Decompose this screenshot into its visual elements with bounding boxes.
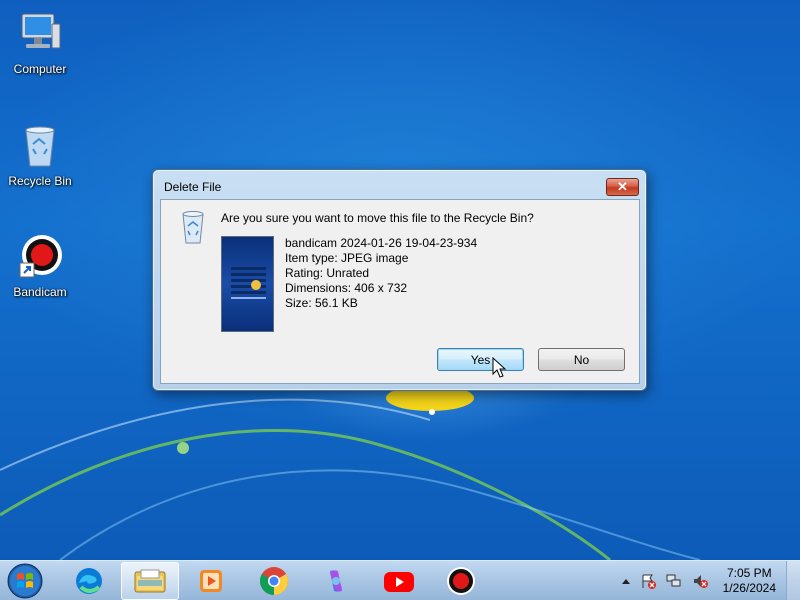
copilot-icon	[330, 570, 342, 592]
yes-button[interactable]: Yes	[437, 348, 524, 371]
show-desktop-button[interactable]	[786, 561, 800, 600]
confirmation-question: Are you sure you want to move this file …	[221, 211, 534, 225]
taskbar-file-explorer[interactable]	[121, 562, 179, 600]
system-tray: 7:05 PM 1/26/2024	[600, 561, 800, 600]
file-name: bandicam 2024-01-26 19-04-23-934	[285, 236, 478, 250]
file-dimensions: Dimensions: 406 x 732	[285, 281, 408, 295]
delete-file-dialog: Delete File ✕ Are you sure you want to m…	[152, 169, 647, 391]
bandicam-icon	[16, 233, 64, 281]
edge-icon	[76, 568, 102, 594]
taskbar-media-player[interactable]	[182, 562, 240, 600]
chrome-icon	[260, 567, 288, 595]
file-size: Size: 56.1 KB	[285, 296, 358, 310]
file-type: Item type: JPEG image	[285, 251, 409, 265]
file-explorer-icon	[134, 569, 166, 593]
taskbar-bandicam[interactable]	[432, 562, 490, 600]
recycle-bin-icon	[16, 122, 64, 170]
desktop-icon-label: Recycle Bin	[8, 174, 72, 188]
file-info: bandicam 2024-01-26 19-04-23-934 Item ty…	[285, 236, 477, 311]
start-button[interactable]	[6, 562, 44, 600]
clock-date: 1/26/2024	[722, 581, 776, 595]
taskbar-edge[interactable]	[60, 562, 118, 600]
youtube-icon	[384, 572, 414, 592]
taskbar: 7:05 PM 1/26/2024	[0, 560, 800, 600]
clock-time: 7:05 PM	[726, 566, 772, 580]
show-hidden-icons-icon[interactable]	[618, 573, 634, 589]
start-orb-icon	[7, 563, 43, 599]
bandicam-icon	[447, 567, 475, 595]
close-button[interactable]: ✕	[606, 178, 639, 196]
taskbar-copilot[interactable]	[307, 562, 365, 600]
recycle-bin-icon	[177, 209, 209, 245]
network-icon[interactable]	[666, 573, 682, 589]
file-thumbnail	[221, 236, 274, 332]
taskbar-youtube[interactable]	[370, 562, 428, 600]
mouse-cursor-icon	[492, 357, 507, 378]
desktop-icon-label: Bandicam	[13, 285, 67, 299]
desktop-icon-bandicam[interactable]: Bandicam	[0, 233, 80, 299]
computer-icon	[16, 10, 64, 58]
dialog-title: Delete File	[164, 180, 222, 194]
dialog-body: Are you sure you want to move this file …	[160, 199, 640, 384]
taskbar-chrome[interactable]	[245, 562, 303, 600]
desktop-icon-computer[interactable]: Computer	[0, 10, 80, 76]
volume-muted-icon[interactable]	[692, 573, 708, 589]
desktop-icon-label: Computer	[13, 62, 67, 76]
no-button[interactable]: No	[538, 348, 625, 371]
taskbar-clock[interactable]: 7:05 PM 1/26/2024	[723, 566, 776, 596]
action-center-flag-icon[interactable]	[640, 573, 656, 589]
file-rating: Rating: Unrated	[285, 266, 370, 280]
media-player-icon	[200, 570, 222, 592]
desktop-icon-recycle-bin[interactable]: Recycle Bin	[0, 122, 80, 188]
